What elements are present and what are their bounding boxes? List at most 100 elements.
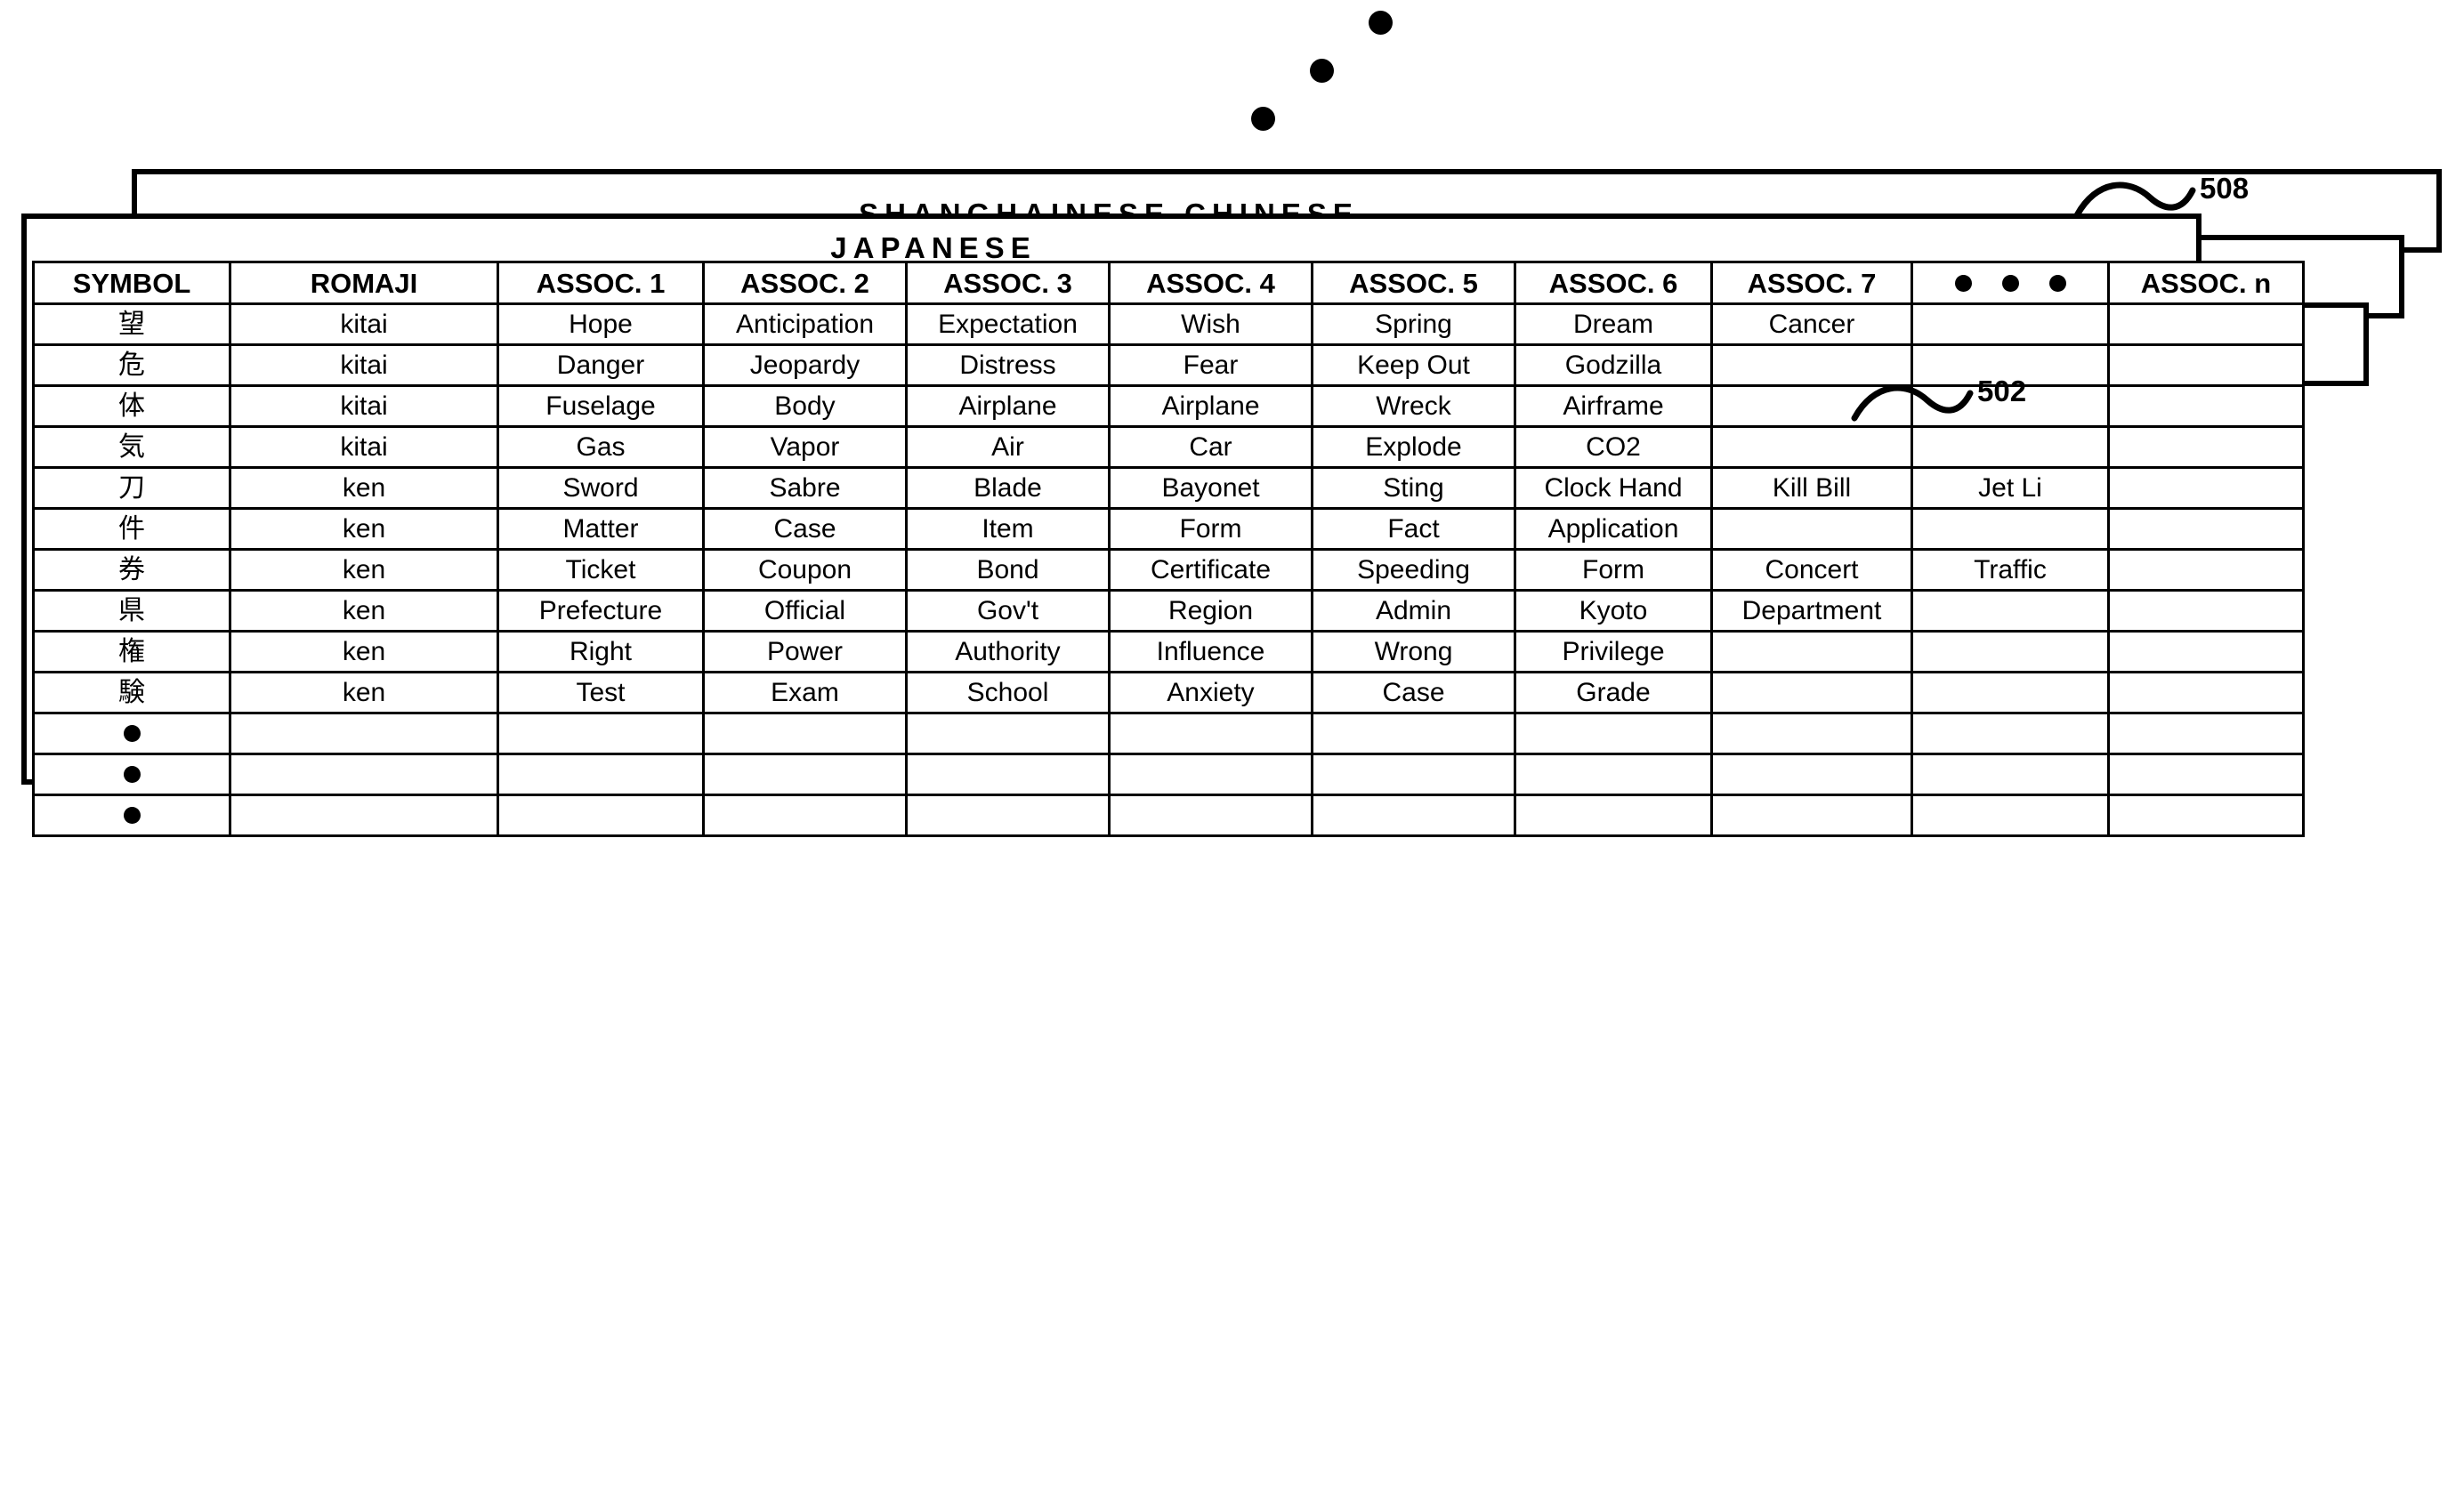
cell-assoc-1[interactable]: Danger xyxy=(497,343,705,387)
cell-assoc-6[interactable]: Airframe xyxy=(1514,384,1713,428)
cell-symbol[interactable]: 刀 xyxy=(32,466,231,510)
cell-assoc-5[interactable]: Sting xyxy=(1311,466,1516,510)
cell-romaji[interactable] xyxy=(229,794,499,837)
cell-assoc-5[interactable]: Wreck xyxy=(1311,384,1516,428)
cell-assoc-1[interactable]: Right xyxy=(497,630,705,673)
cell-assoc-9[interactable] xyxy=(2107,343,2305,387)
cell-assoc-5[interactable]: Wrong xyxy=(1311,630,1516,673)
cell-assoc-4[interactable]: Anxiety xyxy=(1108,671,1313,714)
column-header-romaji[interactable]: ROMAJI xyxy=(229,261,499,305)
cell-assoc-6[interactable]: Privilege xyxy=(1514,630,1713,673)
cell-romaji[interactable]: kitai xyxy=(229,343,499,387)
cell-assoc-3[interactable]: Expectation xyxy=(905,302,1111,346)
cell-assoc-8[interactable] xyxy=(1911,671,2110,714)
cell-assoc-1[interactable]: Sword xyxy=(497,466,705,510)
cell-assoc-5[interactable] xyxy=(1311,712,1516,755)
cell-symbol[interactable]: 気 xyxy=(32,425,231,469)
cell-assoc-8[interactable] xyxy=(1911,630,2110,673)
cell-assoc-9[interactable] xyxy=(2107,671,2305,714)
cell-assoc-1[interactable] xyxy=(497,753,705,796)
cell-assoc-7[interactable] xyxy=(1710,507,1913,551)
column-header-assoc-5[interactable]: ASSOC. 5 xyxy=(1311,261,1516,305)
cell-assoc-7[interactable]: Department xyxy=(1710,589,1913,633)
cell-assoc-3[interactable]: Bond xyxy=(905,548,1111,592)
cell-assoc-2[interactable]: Official xyxy=(702,589,908,633)
cell-assoc-4[interactable] xyxy=(1108,794,1313,837)
cell-symbol[interactable]: 権 xyxy=(32,630,231,673)
cell-assoc-2[interactable]: Case xyxy=(702,507,908,551)
cell-assoc-5[interactable] xyxy=(1311,753,1516,796)
cell-assoc-2[interactable]: Jeopardy xyxy=(702,343,908,387)
cell-assoc-1[interactable]: Matter xyxy=(497,507,705,551)
cell-assoc-7[interactable] xyxy=(1710,671,1913,714)
cell-assoc-7[interactable]: Kill Bill xyxy=(1710,466,1913,510)
cell-romaji[interactable]: kitai xyxy=(229,384,499,428)
cell-assoc-8[interactable] xyxy=(1911,753,2110,796)
cell-assoc-6[interactable]: Godzilla xyxy=(1514,343,1713,387)
cell-assoc-9[interactable] xyxy=(2107,712,2305,755)
cell-symbol[interactable]: 体 xyxy=(32,384,231,428)
cell-assoc-7[interactable]: Cancer xyxy=(1710,302,1913,346)
cell-assoc-7[interactable]: Concert xyxy=(1710,548,1913,592)
cell-assoc-6[interactable]: Form xyxy=(1514,548,1713,592)
cell-symbol[interactable]: 県 xyxy=(32,589,231,633)
cell-assoc-5[interactable]: Spring xyxy=(1311,302,1516,346)
cell-romaji[interactable]: ken xyxy=(229,630,499,673)
cell-assoc-5[interactable]: Speeding xyxy=(1311,548,1516,592)
cell-assoc-9[interactable] xyxy=(2107,589,2305,633)
cell-assoc-4[interactable]: Wish xyxy=(1108,302,1313,346)
cell-assoc-3[interactable]: Blade xyxy=(905,466,1111,510)
cell-romaji[interactable]: kitai xyxy=(229,302,499,346)
cell-assoc-8[interactable] xyxy=(1911,712,2110,755)
column-header-assoc-n[interactable]: ASSOC. n xyxy=(2107,261,2305,305)
cell-assoc-1[interactable]: Gas xyxy=(497,425,705,469)
cell-assoc-1[interactable]: Test xyxy=(497,671,705,714)
cell-assoc-4[interactable]: Fear xyxy=(1108,343,1313,387)
layer-sheet-japanese[interactable]: JAPANESE SYMBOL ROMAJI ASSOC. 1 ASSOC. 2… xyxy=(21,214,2305,837)
cell-assoc-9[interactable] xyxy=(2107,425,2305,469)
cell-romaji[interactable]: ken xyxy=(229,466,499,510)
cell-assoc-5[interactable] xyxy=(1311,794,1516,837)
cell-assoc-3[interactable] xyxy=(905,712,1111,755)
cell-assoc-7[interactable] xyxy=(1710,794,1913,837)
cell-assoc-6[interactable] xyxy=(1514,753,1713,796)
cell-assoc-4[interactable]: Influence xyxy=(1108,630,1313,673)
cell-romaji[interactable]: ken xyxy=(229,507,499,551)
column-header-assoc-3[interactable]: ASSOC. 3 xyxy=(905,261,1111,305)
cell-symbol[interactable] xyxy=(32,753,231,796)
column-header-symbol[interactable]: SYMBOL xyxy=(32,261,231,305)
cell-romaji[interactable]: ken xyxy=(229,548,499,592)
cell-assoc-8[interactable] xyxy=(1911,302,2110,346)
cell-symbol[interactable]: 危 xyxy=(32,343,231,387)
cell-assoc-2[interactable] xyxy=(702,753,908,796)
cell-assoc-3[interactable] xyxy=(905,794,1111,837)
cell-assoc-6[interactable]: Clock Hand xyxy=(1514,466,1713,510)
cell-assoc-6[interactable]: CO2 xyxy=(1514,425,1713,469)
cell-romaji[interactable]: ken xyxy=(229,671,499,714)
cell-assoc-8[interactable] xyxy=(1911,589,2110,633)
cell-assoc-6[interactable]: Kyoto xyxy=(1514,589,1713,633)
cell-assoc-2[interactable]: Exam xyxy=(702,671,908,714)
cell-assoc-4[interactable]: Bayonet xyxy=(1108,466,1313,510)
cell-assoc-4[interactable]: Car xyxy=(1108,425,1313,469)
cell-assoc-6[interactable] xyxy=(1514,712,1713,755)
cell-assoc-8[interactable]: Jet Li xyxy=(1911,466,2110,510)
cell-assoc-1[interactable] xyxy=(497,794,705,837)
cell-assoc-7[interactable] xyxy=(1710,712,1913,755)
cell-assoc-8[interactable] xyxy=(1911,507,2110,551)
cell-assoc-4[interactable] xyxy=(1108,712,1313,755)
cell-assoc-9[interactable] xyxy=(2107,466,2305,510)
cell-symbol[interactable] xyxy=(32,794,231,837)
cell-symbol[interactable]: 券 xyxy=(32,548,231,592)
cell-assoc-3[interactable]: Item xyxy=(905,507,1111,551)
cell-assoc-3[interactable]: Authority xyxy=(905,630,1111,673)
cell-assoc-7[interactable] xyxy=(1710,630,1913,673)
cell-assoc-9[interactable] xyxy=(2107,630,2305,673)
cell-assoc-8[interactable]: Traffic xyxy=(1911,548,2110,592)
cell-romaji[interactable]: ken xyxy=(229,589,499,633)
cell-assoc-8[interactable] xyxy=(1911,794,2110,837)
cell-assoc-2[interactable]: Coupon xyxy=(702,548,908,592)
cell-assoc-2[interactable]: Vapor xyxy=(702,425,908,469)
cell-assoc-3[interactable]: Air xyxy=(905,425,1111,469)
cell-assoc-9[interactable] xyxy=(2107,753,2305,796)
